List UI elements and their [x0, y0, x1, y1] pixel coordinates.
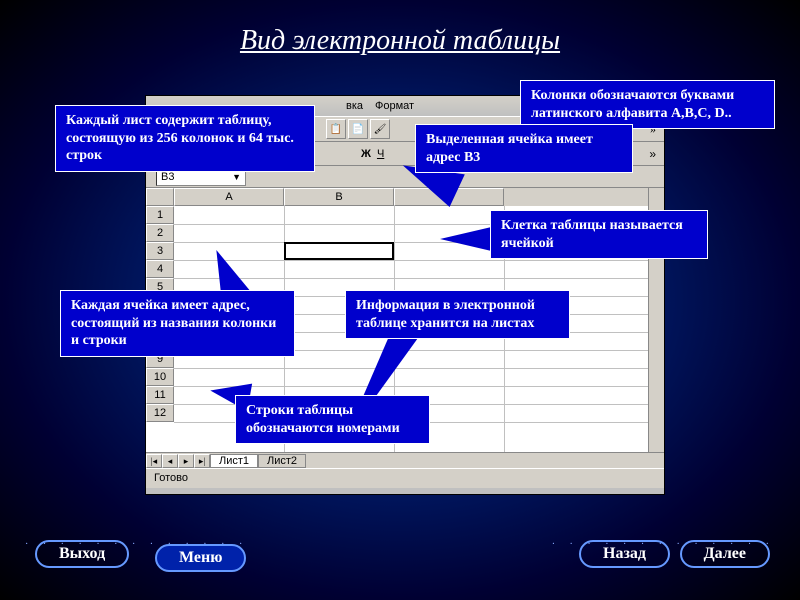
sheet-tab[interactable]: Лист2 — [258, 454, 306, 468]
callout-cell-name: Клетка таблицы называется ячейкой — [490, 210, 708, 259]
row-header[interactable]: 11 — [146, 386, 174, 404]
row-header[interactable]: 1 — [146, 206, 174, 224]
select-all-corner[interactable] — [146, 188, 174, 206]
bold-button[interactable]: Ж — [361, 148, 371, 160]
callout-active-cell: Выделенная ячейка имеет адрес B3 — [415, 124, 633, 173]
slide-title: Вид электронной таблицы — [0, 0, 800, 57]
scroll-first-icon[interactable]: |◂ — [146, 454, 162, 468]
column-header[interactable]: A — [174, 188, 284, 206]
row-header[interactable]: 2 — [146, 224, 174, 242]
menu-button[interactable]: Меню — [155, 544, 246, 572]
chevron-icon[interactable]: » — [649, 147, 656, 161]
back-button[interactable]: Назад — [579, 540, 670, 568]
menu-item[interactable]: Формат — [375, 100, 414, 112]
sheet-tab-active[interactable]: Лист1 — [210, 454, 258, 468]
paste-icon[interactable]: 📄 — [348, 119, 368, 139]
copy-icon[interactable]: 📋 — [326, 119, 346, 139]
row-header[interactable]: 12 — [146, 404, 174, 422]
row-header[interactable]: 3 — [146, 242, 174, 260]
callout-cell-address: Каждая ячейка имеет адрес, состоящий из … — [60, 290, 295, 357]
column-header[interactable]: B — [284, 188, 394, 206]
callout-columns: Колонки обозначаются буквами латинского … — [520, 80, 775, 129]
underline-button[interactable]: Ч — [377, 148, 384, 160]
name-box-value: B3 — [161, 171, 174, 183]
active-cell-b3[interactable] — [284, 242, 394, 260]
scroll-next-icon[interactable]: ▸ — [178, 454, 194, 468]
callout-sheets-info: Информация в электронной таблице хранитс… — [345, 290, 570, 339]
row-header[interactable]: 10 — [146, 368, 174, 386]
scroll-prev-icon[interactable]: ◂ — [162, 454, 178, 468]
next-button[interactable]: Далее — [680, 540, 770, 568]
callout-row-numbers: Строки таблицы обозначаются номерами — [235, 395, 430, 444]
dropdown-icon[interactable]: ▼ — [232, 172, 241, 182]
brush-icon[interactable]: 🖌 — [370, 119, 390, 139]
column-headers: A B C — [174, 188, 648, 206]
horizontal-scrollbar[interactable]: |◂ ◂ ▸ ▸| Лист1 Лист2 — [146, 452, 664, 468]
status-bar: Готово — [146, 468, 664, 488]
menu-item[interactable]: вка — [346, 100, 363, 112]
exit-button[interactable]: Выход — [35, 540, 129, 568]
scroll-last-icon[interactable]: ▸| — [194, 454, 210, 468]
callout-sheet-size: Каждый лист содержит таблицу, состоящую … — [55, 105, 315, 172]
row-header[interactable]: 4 — [146, 260, 174, 278]
